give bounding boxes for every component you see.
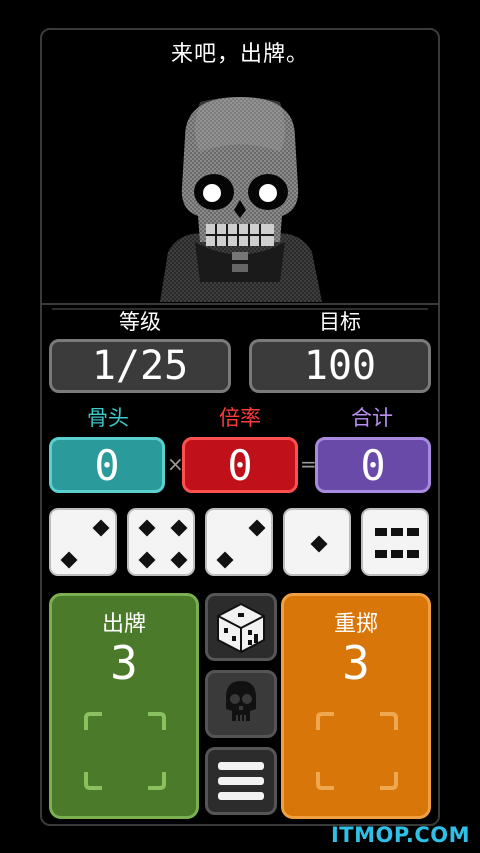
bones-label: 骨头 — [87, 406, 129, 430]
die-pip — [216, 551, 234, 569]
skeleton-portrait — [160, 97, 322, 302]
level-value: 1/25 — [49, 339, 231, 393]
die-pip — [248, 519, 266, 537]
menu-button[interactable] — [205, 747, 277, 815]
die-pip — [375, 550, 387, 558]
die-pip — [310, 535, 328, 553]
level-label: 等级 — [119, 310, 161, 334]
play-card[interactable]: 出牌 3 — [49, 593, 199, 819]
die-3[interactable] — [205, 508, 273, 576]
mult-value: 0 — [182, 437, 298, 493]
die-1[interactable] — [49, 508, 117, 576]
die-pip — [60, 551, 78, 569]
opponent-dialog: 来吧，出牌。 — [170, 42, 309, 67]
play-card-title: 出牌 — [101, 612, 146, 637]
total-label: 合计 — [351, 406, 393, 430]
die-pip — [375, 528, 387, 536]
mult-label: 倍率 — [219, 406, 261, 430]
die-4[interactable] — [283, 508, 351, 576]
target-value: 100 — [249, 339, 431, 393]
card-slot-icon — [84, 712, 166, 790]
die-2[interactable] — [127, 508, 195, 576]
die-pip — [92, 519, 110, 537]
dice-icon — [217, 602, 265, 654]
target-label: 目标 — [319, 310, 361, 334]
menu-icon — [218, 762, 264, 800]
die-pip — [407, 550, 419, 558]
die-pip — [407, 528, 419, 536]
skull-button[interactable] — [205, 670, 277, 738]
die-pip — [138, 551, 156, 569]
die-pip — [170, 551, 188, 569]
die-pip — [170, 519, 188, 537]
die-pip — [391, 528, 403, 536]
card-slot-icon — [316, 712, 398, 790]
reroll-card-count: 3 — [342, 636, 370, 690]
dice-info-button[interactable] — [205, 593, 277, 661]
total-value: 0 — [315, 437, 431, 493]
section-divider — [42, 303, 438, 305]
play-card-count: 3 — [110, 636, 138, 690]
reroll-card-title: 重掷 — [333, 612, 378, 637]
die-pip — [138, 519, 156, 537]
die-pip — [391, 550, 403, 558]
bones-value: 0 — [49, 437, 165, 493]
watermark: ITMOP.COM — [330, 823, 470, 847]
die-5[interactable] — [361, 508, 429, 576]
skull-icon — [226, 681, 256, 721]
reroll-card[interactable]: 重掷 3 — [281, 593, 431, 819]
